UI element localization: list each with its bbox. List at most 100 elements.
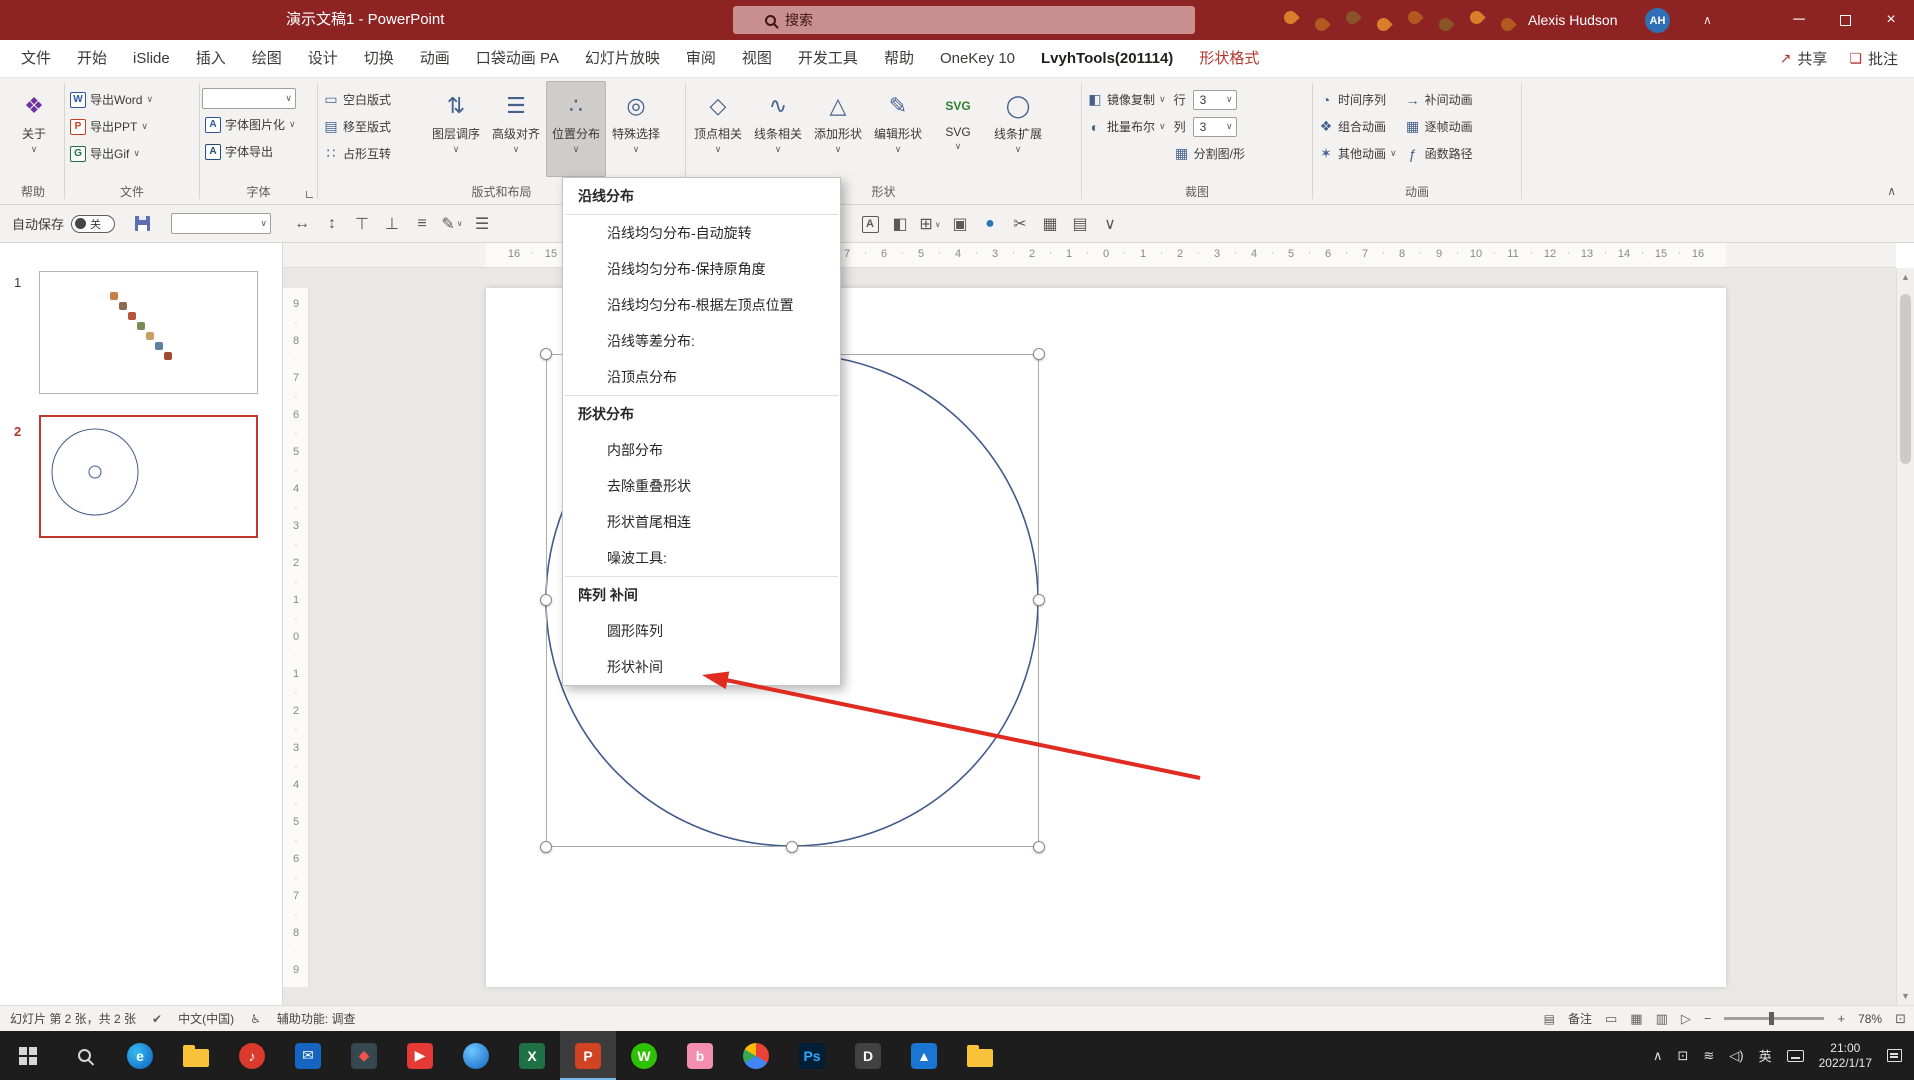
tab-onekey[interactable]: OneKey 10 <box>927 40 1028 77</box>
layer-order-button[interactable]: ⇅图层调序∨ <box>426 81 486 177</box>
taskbar-photoshop-icon[interactable]: Ps <box>784 1031 840 1080</box>
selection-handle[interactable] <box>540 348 552 360</box>
split-shape-button[interactable]: ▦分割图/形 <box>1171 142 1248 165</box>
spellcheck-icon[interactable]: ✔ <box>152 1012 162 1026</box>
taskbar-file-explorer-icon[interactable] <box>168 1031 224 1080</box>
taskbar-docs-icon[interactable]: D <box>840 1031 896 1080</box>
selection-handle[interactable] <box>540 594 552 606</box>
distribute-horizontal-icon[interactable]: ↔ <box>287 209 317 239</box>
zoom-slider-knob[interactable] <box>1769 1012 1774 1025</box>
selection-handle[interactable] <box>1033 841 1045 853</box>
menu-item[interactable]: 噪波工具: <box>563 540 840 576</box>
view-reading-button[interactable]: ▥ <box>1656 1011 1668 1027</box>
tab-islide[interactable]: iSlide <box>120 40 183 77</box>
slide2-thumbnail[interactable] <box>39 415 258 538</box>
speaker-icon[interactable]: ◁) <box>1729 1048 1743 1064</box>
start-button[interactable] <box>0 1031 56 1080</box>
notification-center-icon[interactable] <box>1887 1049 1902 1062</box>
dialog-launcher-icon[interactable] <box>306 191 313 198</box>
zoom-in-button[interactable]: + <box>1837 1011 1845 1026</box>
font-name-combo[interactable]: ∨ <box>202 88 296 109</box>
taskbar-chrome-icon[interactable] <box>728 1031 784 1080</box>
selection-handle[interactable] <box>1033 348 1045 360</box>
tab-insert[interactable]: 插入 <box>183 40 239 77</box>
tween-animation-button[interactable]: →补间动画 <box>1402 88 1476 111</box>
distribute-vertical-icon[interactable]: ↕ <box>317 209 347 239</box>
taskbar-powerpoint-icon[interactable]: P <box>560 1031 616 1080</box>
other-animation-button[interactable]: ✶其他动画∨ <box>1315 142 1400 165</box>
menu-item[interactable]: 沿线均匀分布-自动旋转 <box>563 215 840 251</box>
picture-icon[interactable]: ▣ <box>945 209 975 239</box>
comments-button[interactable]: ❏ 批注 <box>1849 48 1898 69</box>
menu-item[interactable]: 形状补间 <box>563 649 840 685</box>
language-indicator[interactable]: 中文(中国) <box>178 1010 234 1027</box>
function-path-button[interactable]: ƒ函数路径 <box>1402 142 1476 165</box>
tab-design[interactable]: 设计 <box>295 40 351 77</box>
collapse-ribbon-icon[interactable]: ∧ <box>1887 184 1896 198</box>
maximize-button[interactable] <box>1822 0 1868 40</box>
time-sequence-button[interactable]: ◔时间序列 <box>1315 88 1400 111</box>
col-count-field[interactable]: 列3∨ <box>1171 115 1248 138</box>
fit-to-window-icon[interactable]: ⊡ <box>1895 1011 1906 1027</box>
align-bottom-icon[interactable]: ⊥ <box>377 209 407 239</box>
crop-icon[interactable]: ✂ <box>1005 209 1035 239</box>
taskbar-netdisk-icon[interactable] <box>952 1031 1008 1080</box>
scrollbar-thumb[interactable] <box>1900 294 1911 464</box>
row-count-field[interactable]: 行3∨ <box>1171 88 1248 111</box>
search-box[interactable]: 搜索 <box>733 6 1195 34</box>
taskbar-excel-icon[interactable]: X <box>504 1031 560 1080</box>
avatar[interactable]: AH <box>1645 8 1670 33</box>
tab-home[interactable]: 开始 <box>64 40 120 77</box>
ribbon-display-options-icon[interactable]: ∧ <box>1703 13 1712 27</box>
tab-draw[interactable]: 绘图 <box>239 40 295 77</box>
taskbar-music-player-icon[interactable]: ♪ <box>224 1031 280 1080</box>
font-export-button[interactable]: A字体导出 <box>202 140 299 163</box>
frame-animation-button[interactable]: ▦逐帧动画 <box>1402 115 1476 138</box>
menu-item[interactable]: 沿线均匀分布-根据左顶点位置 <box>563 287 840 323</box>
text-box-icon[interactable]: A <box>855 209 885 239</box>
tab-animations[interactable]: 动画 <box>407 40 463 77</box>
taskbar-search-button[interactable] <box>56 1031 112 1080</box>
taskbar-app-icon[interactable]: ◆ <box>336 1031 392 1080</box>
taskbar-mail-icon[interactable]: ✉ <box>280 1031 336 1080</box>
view-slideshow-button[interactable]: ▷ <box>1681 1011 1691 1027</box>
selection-handle[interactable] <box>540 841 552 853</box>
combo-animation-button[interactable]: ❖组合动画 <box>1315 115 1400 138</box>
grid-icon[interactable]: ▦ <box>1035 209 1065 239</box>
export-ppt-button[interactable]: P导出PPT∨ <box>67 115 156 138</box>
draw-pen-icon[interactable]: ✎∨ <box>437 209 467 239</box>
export-word-button[interactable]: W导出Word∨ <box>67 88 156 111</box>
vertical-scrollbar[interactable]: ▲ ▼ <box>1896 268 1914 1005</box>
touch-keyboard-icon[interactable] <box>1787 1050 1804 1062</box>
input-language-indicator[interactable]: 英 <box>1759 1046 1772 1065</box>
menu-item[interactable]: 沿顶点分布 <box>563 359 840 395</box>
more-options-icon[interactable]: ∨ <box>1095 209 1125 239</box>
oval-shape-icon[interactable]: ● <box>975 209 1005 239</box>
tab-lvyhtools[interactable]: LvyhTools(201114) <box>1028 40 1186 77</box>
minimize-button[interactable]: ─ <box>1776 0 1822 40</box>
placeholder-swap-button[interactable]: ∷占形互转 <box>320 142 424 165</box>
autosave-toggle[interactable]: 关 <box>71 215 115 233</box>
notes-button[interactable]: 备注 <box>1568 1010 1592 1027</box>
taskbar-bilibili-icon[interactable]: b <box>672 1031 728 1080</box>
tab-help[interactable]: 帮助 <box>871 40 927 77</box>
svg-button[interactable]: SVGSVG∨ <box>928 81 988 177</box>
position-distribute-button[interactable]: ∴位置分布∨ <box>546 81 606 177</box>
menu-item[interactable]: 圆形阵列 <box>563 613 840 649</box>
menu-item[interactable]: 沿线均匀分布-保持原角度 <box>563 251 840 287</box>
selection-handle[interactable] <box>786 841 798 853</box>
view-normal-button[interactable]: ▭ <box>1605 1011 1617 1027</box>
table-icon[interactable]: ⊞∨ <box>915 209 945 239</box>
menu-item[interactable]: 内部分布 <box>563 432 840 468</box>
font-pictorialize-button[interactable]: A字体图片化∨ <box>202 113 299 136</box>
line-related-button[interactable]: ∿线条相关∨ <box>748 81 808 177</box>
menu-item[interactable]: 去除重叠形状 <box>563 468 840 504</box>
horizontal-ruler[interactable]: 16·15·14·13·12·11·10·9·8·7·6·5·4·3·2·1·0… <box>283 243 1896 268</box>
advanced-align-button[interactable]: ☰高级对齐∨ <box>486 81 546 177</box>
tab-transitions[interactable]: 切换 <box>351 40 407 77</box>
tab-pocket-animation[interactable]: 口袋动画 PA <box>463 40 572 77</box>
scroll-up-icon[interactable]: ▲ <box>1897 272 1914 282</box>
selection-handle[interactable] <box>1033 594 1045 606</box>
tab-developer[interactable]: 开发工具 <box>785 40 871 77</box>
network-icon[interactable]: ≋ <box>1703 1048 1714 1064</box>
